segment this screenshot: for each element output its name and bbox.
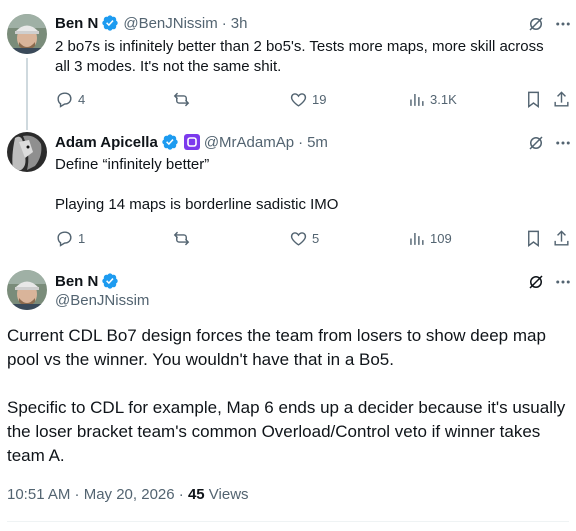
retweet-button[interactable] [172,229,191,248]
bookmark-icon [528,91,539,109]
separator-dot: · [221,14,227,32]
more-icon[interactable] [554,273,572,291]
more-icon[interactable] [554,134,572,152]
author-name[interactable]: Ben N [55,273,98,290]
views-button[interactable]: 109 [407,229,452,248]
author-handle[interactable]: @BenJNissim [55,292,149,309]
share-icon [554,230,569,246]
like-icon [290,232,307,246]
reply-button[interactable]: 4 [55,90,85,109]
like-icon [290,93,307,107]
author-name[interactable]: Ben N [55,15,98,32]
reply-count: 1 [78,231,86,246]
tweet-header: Ben N [55,272,119,290]
bookmark-icon [528,230,539,248]
main-tweet-text: Current CDL Bo7 design forces the team f… [7,324,567,468]
verified-badge-icon [102,15,119,31]
views-label: Views [204,486,249,503]
like-count: 19 [312,92,327,107]
views-button[interactable]: 3.1K [407,90,457,109]
avatar-ben-n[interactable] [7,270,47,310]
share-button[interactable] [552,229,571,248]
action-bar: 4 19 3.1K [55,90,575,110]
like-count: 5 [312,231,320,246]
tweet-adam-apicella-reply[interactable]: Adam Apicella @MrAdamAp · 5m Define “inf… [0,125,576,260]
tweet-time[interactable]: 3h [231,15,248,32]
like-button[interactable]: 5 [289,229,319,248]
tweet-text-body: 2 bo7s is infinitely better than 2 bo5's… [55,38,544,75]
retweet-button[interactable] [172,90,191,109]
tweet-text-line1: Define “infinitely better” [55,156,210,173]
views-count: 3.1K [430,92,457,107]
main-tweet-paragraph-1: Current CDL Bo7 design forces the team f… [7,326,546,369]
grok-icon[interactable] [527,273,545,291]
tweet-metadata: 10:51 AM · May 20, 2026 · 45 Views [7,486,249,503]
avatar-ben-n[interactable] [7,14,47,54]
tweet-text: Define “infinitely better” Playing 14 ma… [55,155,560,215]
avatar-adam-apicella[interactable] [7,132,47,172]
verified-badge-icon [102,273,119,289]
reply-count: 4 [78,92,86,107]
retweet-icon [173,92,190,107]
retweet-icon [173,231,190,246]
grok-icon[interactable] [527,15,545,33]
author-name[interactable]: Adam Apicella [55,134,158,151]
share-button[interactable] [552,90,571,109]
tweet-time[interactable]: 5m [307,134,328,151]
reply-icon [57,92,72,108]
action-bar: 1 5 109 [55,229,575,249]
tweet-text: 2 bo7s is infinitely better than 2 bo5's… [55,37,560,77]
tweet-header: Adam Apicella @MrAdamAp · 5m [55,133,328,151]
author-handle[interactable]: @MrAdamAp [204,134,294,151]
grok-icon[interactable] [527,134,545,152]
share-icon [554,91,569,107]
tweet-header: Ben N @BenJNissim · 3h [55,14,247,32]
views-count: 109 [430,231,452,246]
tweet-timestamp[interactable]: 10:51 AM · May 20, 2026 · [7,486,188,503]
views-icon [410,93,424,106]
tweet-text-line2: Playing 14 maps is borderline sadistic I… [55,196,339,213]
like-button[interactable]: 19 [289,90,326,109]
handle-row: @BenJNissim [55,292,149,309]
tweet-ben-n-parent[interactable]: Ben N @BenJNissim · 3h 2 bo7s is infinit… [0,0,576,130]
thread-connector [26,58,28,130]
author-handle[interactable]: @BenJNissim [123,15,217,32]
reply-icon [57,231,72,247]
views-count: 45 [187,486,205,503]
views-icon [410,232,424,245]
main-tweet-paragraph-2: Specific to CDL for example, Map 6 ends … [7,398,566,465]
reply-button[interactable]: 1 [55,229,85,248]
bookmark-button[interactable] [524,90,543,109]
separator-dot: · [298,133,304,151]
affiliate-badge-icon[interactable] [183,134,200,150]
more-icon[interactable] [554,15,572,33]
divider [7,521,569,522]
verified-badge-icon [162,134,178,150]
bookmark-button[interactable] [524,229,543,248]
